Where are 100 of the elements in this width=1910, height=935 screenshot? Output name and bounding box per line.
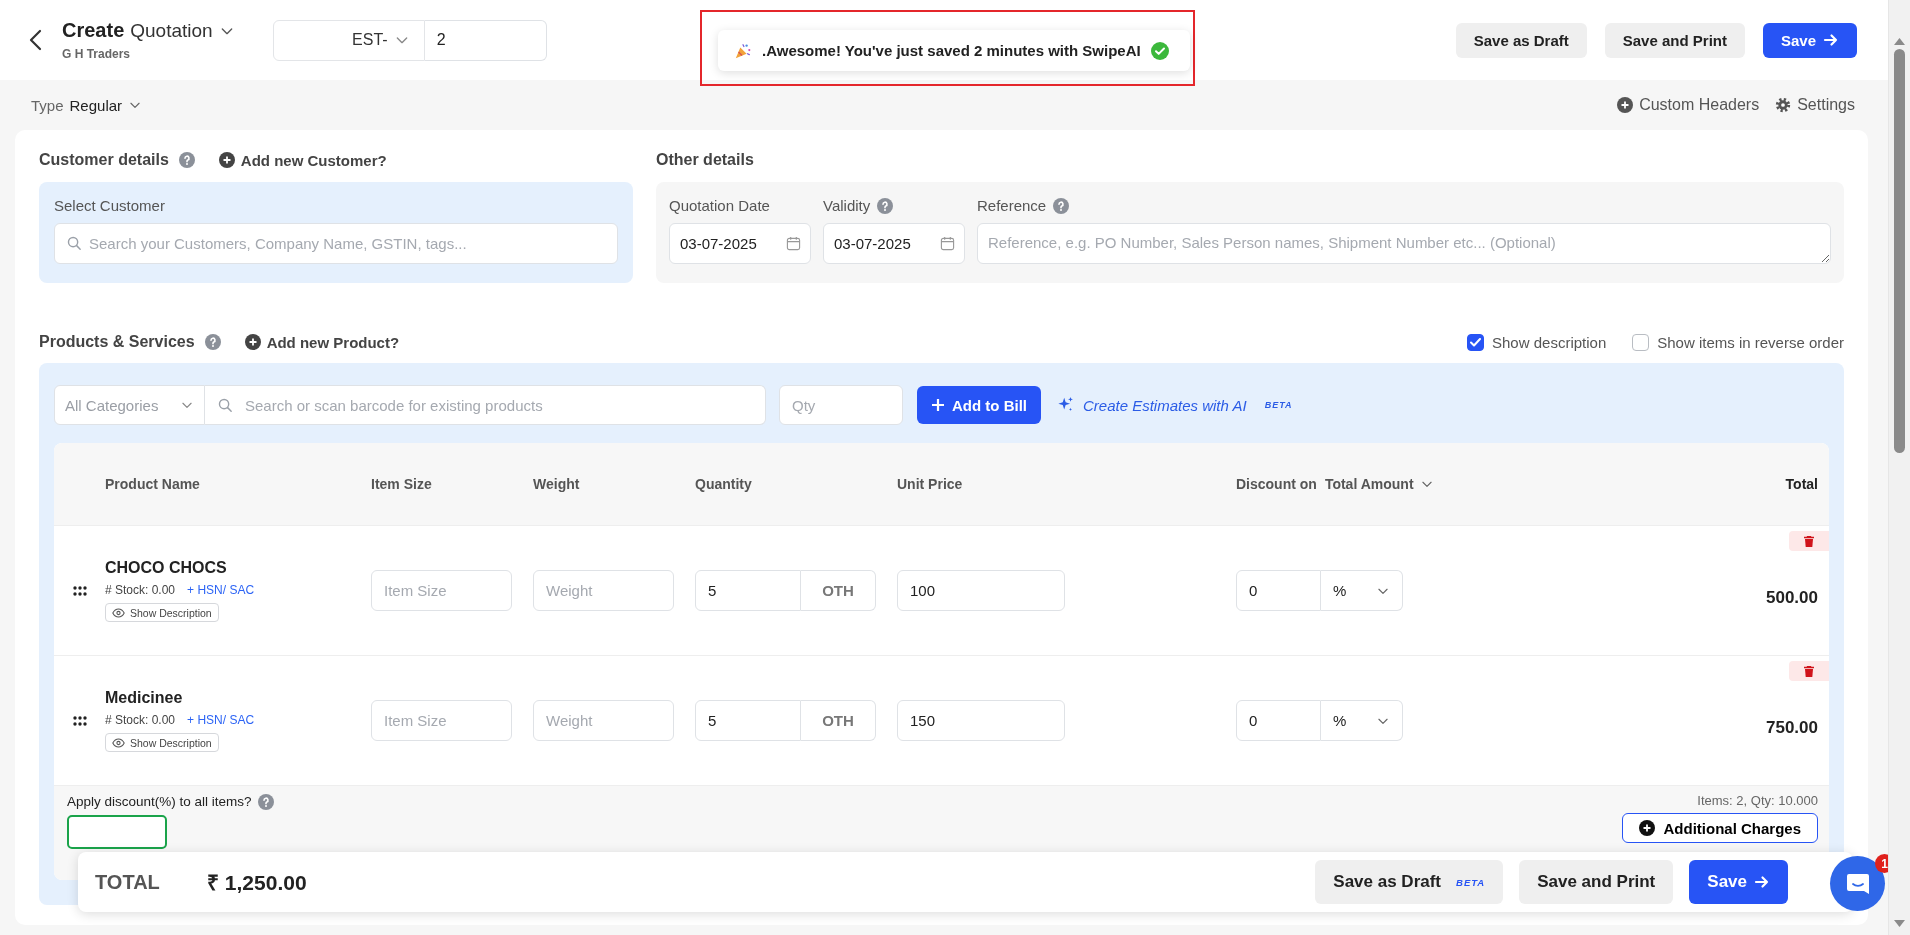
column-header: Weight [533,476,581,492]
check-circle-icon [1150,41,1169,60]
product-name: Medicinee [105,689,184,707]
section-title: Customer details [39,151,169,169]
section-title: Products & Services [39,333,195,351]
drag-handle-icon [72,585,87,596]
scroll-down-icon [1894,920,1905,927]
trash-icon [1804,665,1814,677]
quantity-field[interactable]: 5 [695,700,801,741]
quantity-field[interactable]: Qty [779,385,903,425]
customer-search-field[interactable]: Search your Customers, Company Name, GSTIN, tags... [54,223,618,264]
delete-button[interactable] [1789,531,1829,551]
add-to-bill-button[interactable]: Add to Bill [917,386,1041,424]
beta-label: BETA [1264,400,1293,410]
item-size-field[interactable]: Item Size [371,570,512,611]
type-dropdown[interactable]: Regular [69,96,143,114]
eye-icon [112,607,125,618]
discount-field[interactable]: 0 [1236,570,1321,611]
beta-label: BETA [1456,876,1486,888]
plus-circle-icon [1617,97,1634,113]
items-summary: Items: 2, Qty: 10.000 [1697,793,1818,808]
column-header: Quantity [695,476,753,492]
sparkle-icon [1057,396,1075,414]
drag-handle-icon [72,715,87,726]
company-name: G H Traders [62,47,132,61]
additional-charges-button[interactable]: Additional Charges [1622,813,1818,843]
checkmark-icon [1470,337,1481,347]
document-type-dropdown[interactable]: Quotation [130,19,235,42]
arrow-right-icon [1823,32,1839,48]
prefix-select[interactable]: EST- [272,19,425,61]
save-button[interactable]: Save and Print [1604,22,1745,58]
field-label: Reference [977,197,1047,214]
add-customer-link[interactable]: Add new Customer? [218,151,387,169]
show-description-button[interactable]: Show Description [105,603,219,622]
discount-label: Apply discount(%) to all items? [67,794,252,809]
date-field[interactable]: 03-07-2025 [823,223,965,264]
toast-message: .Awesome! You've just saved 2 minutes with SwipeAI [762,42,1141,59]
eye-icon [112,737,125,748]
settings-button[interactable]: Settings [1775,96,1855,114]
save-button[interactable]: Save [1762,22,1857,58]
search-icon [66,235,83,252]
stock-text: # Stock: 0.00 [105,583,176,597]
quantity-field[interactable]: 5 [695,570,801,611]
field-label: Quotation Date [669,197,770,214]
weight-field[interactable]: Weight [533,570,674,611]
arrow-right-icon [1754,874,1770,890]
hsn-sac-link[interactable]: + HSN/ SAC [187,713,255,727]
column-header: Product Name [105,476,201,492]
reference-field[interactable]: Reference, e.g. PO Number, Sales Person names, Shipment Number etc... (Optional) [977,223,1831,264]
calendar-icon [786,236,801,251]
discount-mode-dropdown[interactable]: Total Amount [1324,476,1434,492]
checkbox-label: Show description [1492,333,1607,351]
calendar-icon [940,236,955,251]
column-header: Unit Price [897,476,964,492]
total-amount: ₹ 1,250.00 [207,870,307,896]
discount-type-select[interactable]: % [1321,700,1403,741]
field-label: Select Customer [54,197,165,214]
unit-selector[interactable]: OTH [801,570,876,611]
discount-all-field[interactable] [67,815,167,849]
custom-headers-button[interactable]: Custom Headers [1617,96,1760,114]
stock-text: # Stock: 0.00 [105,713,176,727]
discount-field[interactable]: 0 [1236,700,1321,741]
plus-circle-icon [218,152,235,168]
item-size-field[interactable]: Item Size [371,700,512,741]
scroll-up-icon [1894,38,1905,45]
total-label: TOTAL [95,870,161,894]
product-search-field[interactable]: Search or scan barcode for existing products [205,385,766,425]
plus-icon [931,398,945,412]
type-label: Type [31,96,64,114]
number-field[interactable]: 2 [424,19,547,61]
trash-icon [1804,535,1814,547]
hsn-sac-link[interactable]: + HSN/ SAC [187,583,255,597]
plus-circle-icon [1639,820,1656,836]
settings-icon [1775,97,1792,113]
date-field[interactable]: 03-07-2025 [669,223,811,264]
unit-price-field[interactable]: 150 [897,700,1065,741]
product-name: CHOCO CHOCS [105,559,228,577]
ai-estimate-link[interactable]: Create Estimates with AI BETA [1057,396,1293,414]
line-total: 500.00 [1766,587,1819,608]
checkbox-label: Show items in reverse order [1657,333,1844,351]
scrollbar-thumb[interactable] [1894,49,1905,453]
column-header: Item Size [371,476,433,492]
delete-button[interactable] [1789,661,1829,681]
add-product-link[interactable]: Add new Product? [244,333,400,351]
checkbox[interactable] [1632,333,1650,351]
weight-field[interactable]: Weight [533,700,674,741]
unit-selector[interactable]: OTH [801,700,876,741]
party-popper-icon [734,41,752,60]
save-button[interactable]: Save and Print [1519,860,1674,904]
search-icon [217,397,234,414]
save-button[interactable]: Save as Draft BETA [1315,860,1504,904]
show-description-button[interactable]: Show Description [105,733,219,752]
save-button[interactable]: Save [1689,860,1788,904]
scrollbar[interactable] [1888,0,1910,935]
section-title: Other details [656,151,754,169]
unit-price-field[interactable]: 100 [897,570,1065,611]
checkbox[interactable] [1467,333,1484,351]
plus-circle-icon [244,334,261,350]
save-button[interactable]: Save as Draft [1455,22,1587,58]
discount-type-select[interactable]: % [1321,570,1403,611]
